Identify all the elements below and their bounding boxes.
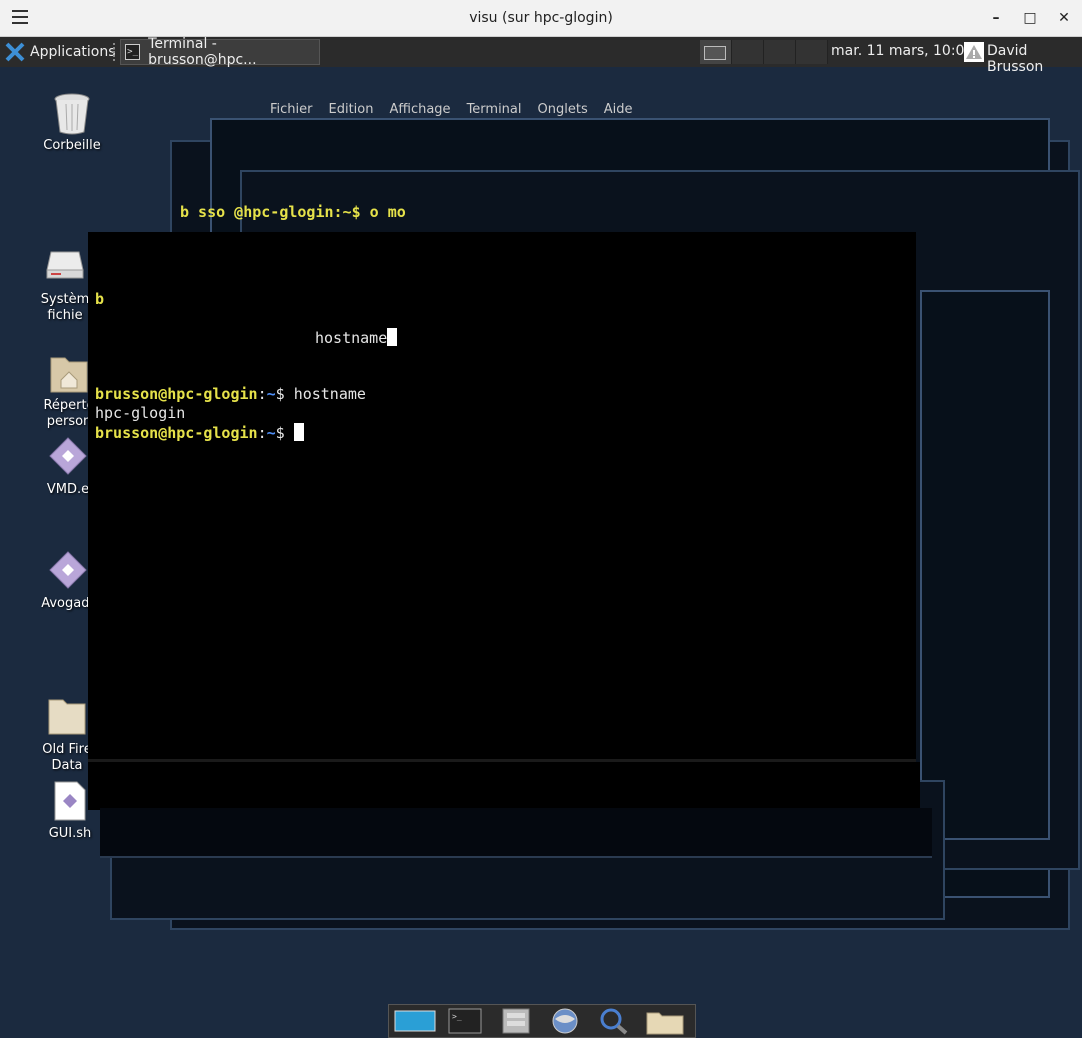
applications-menu[interactable]: Applications [4, 40, 116, 64]
workspace-1[interactable] [700, 40, 732, 64]
clock[interactable]: mar. 11 mars, 10:04 [831, 43, 973, 59]
terminal-current-prompt[interactable]: brusson@hpc-glogin:~$ [95, 423, 304, 442]
taskbar-terminal-button[interactable]: >_ Terminal - brusson@hpc... [120, 36, 320, 68]
executable-icon [48, 436, 88, 476]
bottom-dock: >_ [388, 1004, 696, 1038]
folder-icon[interactable] [643, 1007, 687, 1035]
trash-icon [52, 92, 92, 135]
taskbar-terminal-label: Terminal - brusson@hpc... [148, 36, 257, 68]
user-menu[interactable]: David Brusson [987, 43, 1082, 75]
terminal-output-line: hpc-glogin [95, 404, 186, 422]
terminal-cursor [293, 423, 304, 441]
desktop-icon-label: Corbeille [43, 138, 101, 153]
maximize-icon[interactable]: □ [1021, 9, 1039, 27]
workspace-4[interactable] [796, 40, 828, 64]
terminal-icon[interactable]: >_ [443, 1007, 487, 1035]
minimize-icon[interactable]: – [987, 9, 1005, 27]
terminal-icon: >_ [125, 44, 141, 60]
xfce-logo-icon [4, 41, 26, 63]
workspace-switcher[interactable] [700, 40, 828, 64]
applications-label: Applications [30, 44, 116, 60]
close-icon[interactable]: ✕ [1055, 9, 1073, 27]
desktop-icon-trash[interactable]: Corbeille [27, 92, 117, 154]
top-panel: Applications >_ Terminal - brusson@hpc..… [0, 36, 1082, 75]
ghost-menubar: Fichier Edition Affichage Terminal Onglets A… [270, 102, 633, 117]
executable-icon [48, 550, 88, 590]
folder-icon [47, 680, 87, 735]
warning-icon[interactable] [964, 42, 984, 62]
terminal-window[interactable]: b hostname brusson@hpc-glogin:~$ hostnam… [88, 232, 916, 762]
home-folder-icon [49, 336, 89, 393]
terminal-stray-char: b [95, 290, 105, 308]
script-file-icon [50, 780, 90, 821]
drive-icon [45, 230, 85, 279]
desktop-icon[interactable] [393, 1007, 437, 1035]
terminal-stray-command: hostname [315, 328, 398, 347]
browser-icon[interactable] [543, 1007, 587, 1035]
ghost-prompt: b sso @hpc-glogin:~$ o mo [180, 203, 406, 221]
ghost-window [920, 290, 1050, 840]
search-icon[interactable] [593, 1007, 637, 1035]
terminal-artifact [100, 808, 932, 858]
workspace-2[interactable] [732, 40, 764, 64]
window-title: visu (sur hpc-glogin) [469, 10, 613, 26]
svg-text:>_: >_ [452, 1012, 462, 1021]
viewer-titlebar: visu (sur hpc-glogin) – □ ✕ [0, 0, 1082, 37]
terminal-prompt-line: brusson@hpc-glogin:~$ hostname [95, 385, 366, 403]
terminal-artifact [88, 762, 920, 810]
workspace-3[interactable] [764, 40, 796, 64]
file-manager-icon[interactable] [493, 1007, 537, 1035]
